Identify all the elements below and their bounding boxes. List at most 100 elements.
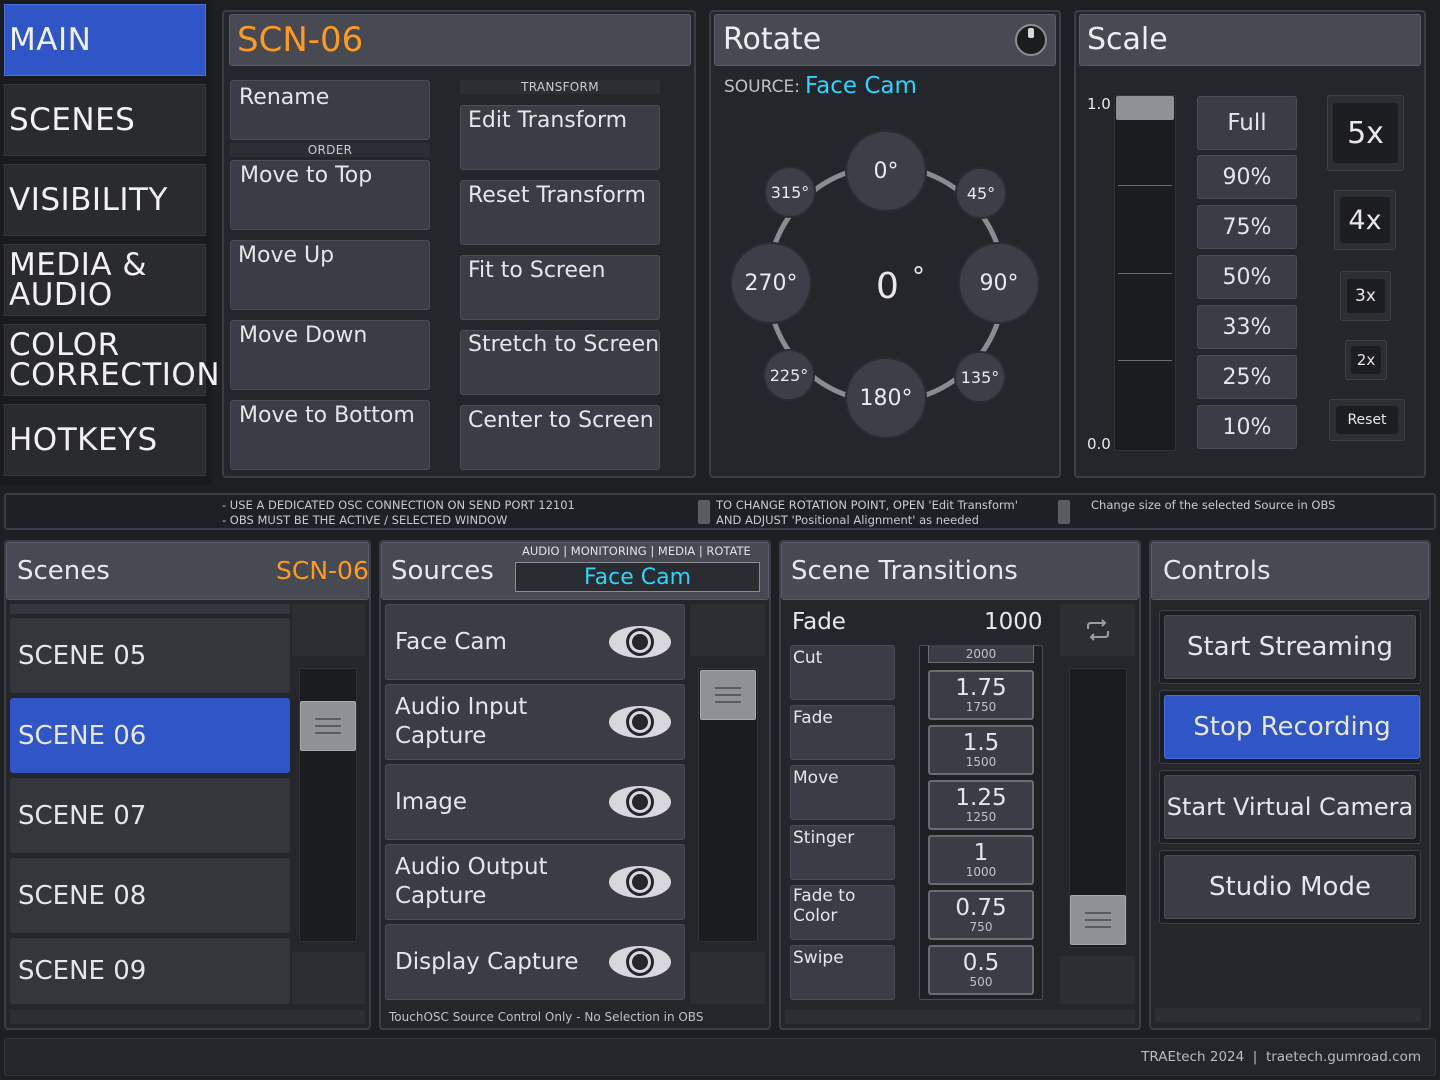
duration-seconds: 1.25	[955, 785, 1007, 811]
duration-ms: 1000	[965, 865, 997, 879]
sources-scroll-handle[interactable]	[700, 670, 756, 720]
duration-item[interactable]: 1 1000	[928, 835, 1034, 885]
transitions-footer-bar	[785, 1010, 1135, 1024]
scale-2x-frame: 2x	[1345, 340, 1387, 380]
scale-2x-button[interactable]: 2x	[1351, 346, 1381, 374]
nav-main[interactable]: MAIN	[4, 4, 206, 76]
nav-color-correction[interactable]: COLOR CORRECTION	[4, 324, 220, 396]
duration-item[interactable]: 0.5 500	[928, 945, 1034, 995]
stretch-to-screen-button[interactable]: Stretch to Screen	[460, 330, 660, 395]
reset-transform-button[interactable]: Reset Transform	[460, 180, 660, 245]
eye-icon[interactable]	[609, 866, 671, 898]
eye-icon[interactable]	[609, 786, 671, 818]
current-rotation-degree: °	[912, 262, 925, 292]
scale-reset-button[interactable]: Reset	[1336, 406, 1398, 434]
rotate-knob-icon[interactable]	[1015, 24, 1047, 56]
rotate-180-button[interactable]: 180°	[845, 357, 927, 439]
scale-50-button[interactable]: 50%	[1197, 255, 1297, 299]
scale-3x-button[interactable]: 3x	[1346, 279, 1385, 313]
start-streaming-button[interactable]: Start Streaming	[1164, 615, 1416, 679]
rotate-315-button[interactable]: 315°	[764, 166, 816, 218]
nav-color-line1: COLOR	[9, 327, 120, 363]
move-to-bottom-button[interactable]: Move to Bottom	[230, 400, 430, 470]
duration-item[interactable]: 1.5 1500	[928, 725, 1034, 775]
transition-slider-handle[interactable]	[1070, 895, 1126, 945]
transition-move-button[interactable]: Move	[790, 765, 895, 820]
scale-25-button[interactable]: 25%	[1197, 355, 1297, 399]
rotate-0-button[interactable]: 0°	[845, 130, 927, 212]
rotate-45-button[interactable]: 45°	[955, 167, 1007, 219]
transition-label: Stinger	[793, 828, 855, 848]
move-down-label: Move Down	[239, 323, 368, 348]
scenes-scroll-handle[interactable]	[300, 701, 356, 751]
transition-stinger-button[interactable]: Stinger	[790, 825, 895, 880]
transition-label: Fade to	[793, 886, 856, 906]
scale-slider-tick	[1118, 185, 1172, 186]
scene-item-selected[interactable]: SCENE 06	[10, 698, 290, 773]
duration-ms: 1750	[965, 700, 997, 714]
scale-slider-handle[interactable]	[1116, 96, 1174, 120]
reset-transform-label: Reset Transform	[468, 183, 646, 208]
rotate-knob-indicator	[1028, 28, 1034, 38]
transform-label: TRANSFORM	[460, 80, 660, 94]
scale-4x-button[interactable]: 4x	[1340, 197, 1390, 243]
rotate-135-button[interactable]: 135°	[954, 351, 1006, 403]
start-virtual-camera-button[interactable]: Start Virtual Camera	[1164, 775, 1416, 839]
duration-item-partial[interactable]: 2000	[928, 645, 1034, 663]
transition-swipe-button[interactable]: Swipe	[790, 945, 895, 1000]
edit-transform-button[interactable]: Edit Transform	[460, 105, 660, 170]
duration-seconds: 0.75	[955, 895, 1007, 921]
scene-item[interactable]: SCENE 08	[10, 858, 290, 933]
scale-full-button[interactable]: Full	[1197, 96, 1297, 150]
scene-item[interactable]: SCENE 05	[10, 618, 290, 693]
studio-mode-button[interactable]: Studio Mode	[1164, 855, 1416, 919]
eye-icon[interactable]	[609, 626, 671, 658]
transition-cut-button[interactable]: Cut	[790, 645, 895, 700]
duration-item[interactable]: 1.25 1250	[928, 780, 1034, 830]
duration-item[interactable]: 0.75 750	[928, 890, 1034, 940]
scale-10-button[interactable]: 10%	[1197, 405, 1297, 449]
move-up-button[interactable]: Move Up	[230, 240, 430, 310]
nav-visibility[interactable]: VISIBILITY	[4, 164, 206, 236]
rename-button[interactable]: Rename	[230, 80, 430, 140]
duration-item[interactable]: 1.75 1750	[928, 670, 1034, 720]
rotate-title: Rotate	[723, 22, 822, 57]
source-label: Capture	[395, 883, 487, 909]
scale-75-button[interactable]: 75%	[1197, 205, 1297, 249]
transition-fade-button[interactable]: Fade	[790, 705, 895, 760]
controls-footer-bar	[1155, 1008, 1421, 1022]
nav-scenes[interactable]: SCENES	[4, 84, 206, 156]
rotate-225-button[interactable]: 225°	[763, 349, 815, 401]
scene-item[interactable]: SCENE 07	[10, 778, 290, 853]
scale-5x-frame: 5x	[1327, 95, 1404, 171]
scale-5x-button[interactable]: 5x	[1333, 103, 1398, 163]
stop-recording-button[interactable]: Stop Recording	[1164, 695, 1420, 759]
transition-label: Cut	[793, 648, 823, 668]
fit-to-screen-button[interactable]: Fit to Screen	[460, 255, 660, 320]
source-label: Audio Output	[395, 854, 548, 880]
sources-selected-field[interactable]: Face Cam	[515, 562, 760, 592]
scene-item[interactable]: SCENE 09	[10, 938, 290, 1004]
eye-icon[interactable]	[609, 706, 671, 738]
rotate-note-line2: AND ADJUST 'Positional Alignment' as nee…	[716, 513, 979, 527]
duration-seconds: 1.75	[955, 675, 1007, 701]
transitions-bottom-cap	[1060, 956, 1135, 1004]
scene-item-label: SCENE 09	[18, 956, 147, 986]
current-transition-duration: 1000	[984, 609, 1043, 635]
center-to-screen-button[interactable]: Center to Screen	[460, 405, 660, 470]
nav-media-audio[interactable]: MEDIA & AUDIO	[4, 244, 206, 316]
scenes-current: SCN-06	[276, 556, 369, 585]
scale-33-button[interactable]: 33%	[1197, 305, 1297, 349]
transition-fade-to-color-button[interactable]: Fade to Color	[790, 885, 895, 940]
scale-slider-track[interactable]	[1114, 95, 1176, 451]
scale-90-button[interactable]: 90%	[1197, 155, 1297, 199]
eye-icon[interactable]	[609, 946, 671, 978]
transition-loop-button[interactable]	[1060, 604, 1135, 656]
move-to-top-button[interactable]: Move to Top	[230, 160, 430, 230]
scenes-list-top-partial	[10, 604, 290, 614]
scale-4x-frame: 4x	[1334, 190, 1396, 250]
rotate-270-button[interactable]: 270°	[730, 242, 812, 324]
nav-hotkeys[interactable]: HOTKEYS	[4, 404, 206, 476]
rotate-90-button[interactable]: 90°	[958, 242, 1040, 324]
move-down-button[interactable]: Move Down	[230, 320, 430, 390]
